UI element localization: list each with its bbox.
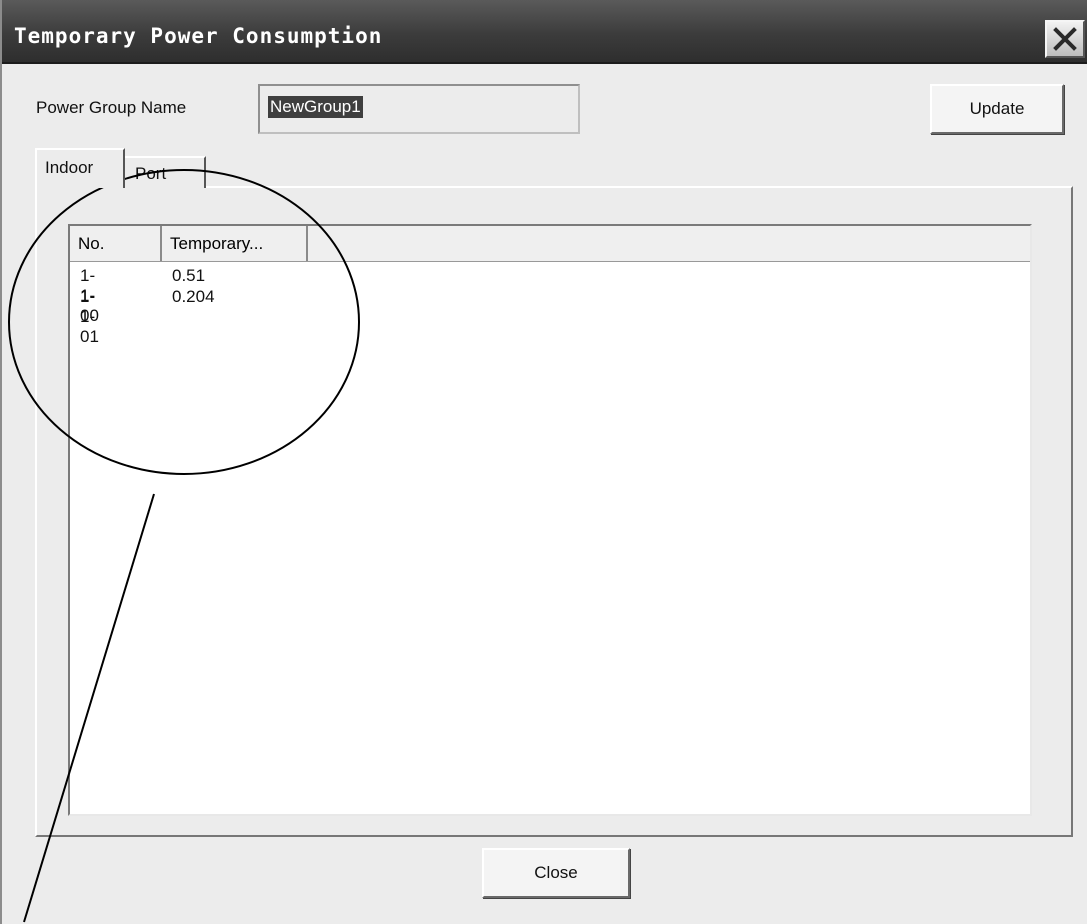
close-button[interactable]: Close xyxy=(482,848,630,898)
tab-indoor[interactable]: Indoor xyxy=(35,148,125,188)
list-item-no: 1-1-01 xyxy=(80,287,99,346)
list-item-value: 0.204 xyxy=(172,287,215,306)
tab-port-label: Port xyxy=(135,164,167,183)
close-window-button[interactable] xyxy=(1045,20,1085,58)
dialog-window: Temporary Power Consumption Power Group … xyxy=(0,0,1087,924)
title-bar[interactable]: Temporary Power Consumption xyxy=(2,0,1087,64)
window-title: Temporary Power Consumption xyxy=(14,24,383,48)
tab-port[interactable]: Port xyxy=(123,156,206,188)
group-name-label: Power Group Name xyxy=(36,98,187,117)
tab-indoor-label: Indoor xyxy=(45,158,94,177)
indoor-list[interactable]: No. Temporary... 1-1-00 0.51 1-1-01 0.20… xyxy=(68,224,1032,816)
close-icon xyxy=(1053,27,1077,51)
list-header: No. Temporary... xyxy=(70,226,1030,262)
group-name-input[interactable]: NewGroup1 xyxy=(258,84,580,134)
update-button[interactable]: Update xyxy=(930,84,1064,134)
column-header-no[interactable]: No. xyxy=(70,226,162,261)
column-header-temporary[interactable]: Temporary... xyxy=(162,226,308,261)
list-item-value: 0.51 xyxy=(172,266,206,285)
group-name-value: NewGroup1 xyxy=(268,96,363,118)
